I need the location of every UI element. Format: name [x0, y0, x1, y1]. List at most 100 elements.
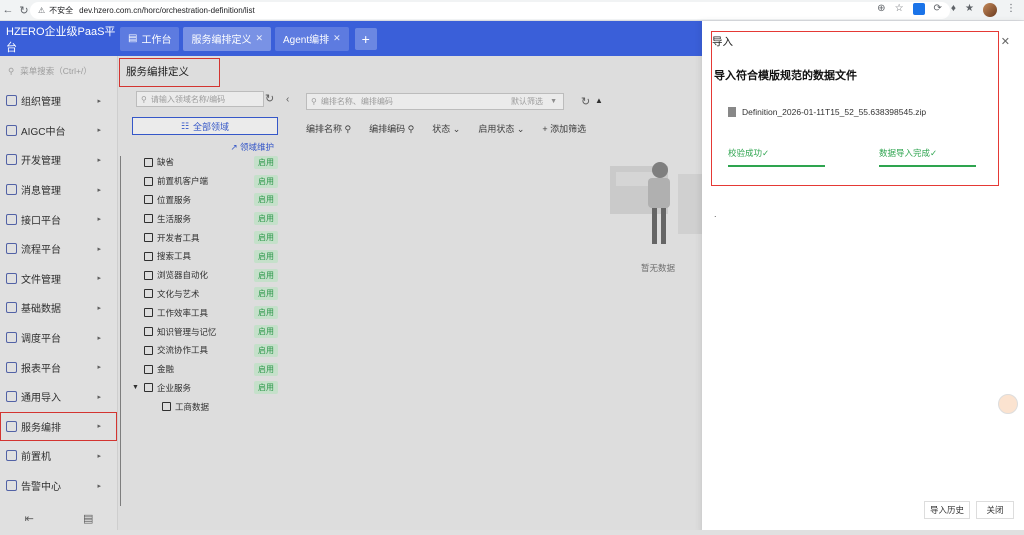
filter-enabled-status[interactable]: 启用状态 ⌄ — [478, 122, 524, 135]
menu-search-placeholder: 菜单搜索（Ctrl+/） — [20, 66, 92, 76]
filter-code[interactable]: 编排编码 ⚲ — [369, 122, 414, 135]
sidebar-item-alert[interactable]: 告警中心 ▸ — [0, 471, 117, 501]
aigc-icon — [6, 124, 17, 136]
back-icon[interactable]: ← — [0, 4, 16, 16]
filter-name[interactable]: 编排名称 ⚲ — [306, 122, 351, 135]
sidebar-item-label: 前置机 — [21, 452, 51, 464]
close-icon[interactable]: ✕ — [255, 33, 263, 44]
tree-item[interactable]: 浏览器自动化 启用 — [124, 266, 286, 285]
frontend-icon — [6, 450, 17, 462]
tree-item[interactable]: ▼ 企业服务 启用 — [124, 379, 286, 398]
status-badge: 启用 — [254, 287, 278, 301]
menu-icon[interactable]: ⋮ — [1006, 3, 1016, 17]
puzzle-icon[interactable]: ♦ — [951, 3, 956, 17]
sidebar-item-label: 组织管理 — [21, 97, 61, 109]
sidebar-item-label: 流程平台 — [21, 245, 61, 257]
document-icon[interactable]: ▤ — [83, 512, 93, 525]
brand-title: HZERO企业级PaaS平台 — [6, 25, 116, 54]
refresh-icon[interactable]: ↻ — [265, 92, 274, 105]
dev-icon — [6, 154, 17, 166]
profile-avatar[interactable] — [983, 3, 997, 17]
zoom-icon[interactable]: ⊕ — [877, 3, 885, 17]
caret-right-icon: ▸ — [97, 127, 101, 135]
schedule-icon — [6, 332, 17, 344]
tree-item[interactable]: 知识管理与记忆 启用 — [124, 322, 286, 341]
address-bar[interactable]: ⚠ 不安全 dev.hzero.com.cn/horc/orchestratio… — [30, 2, 950, 19]
sidebar-item-file[interactable]: 文件管理 ▸ — [0, 264, 117, 294]
sidebar-item-label: 消息管理 — [21, 186, 61, 198]
sidebar-item-label: 服务编排 — [21, 422, 61, 434]
star-icon[interactable]: ☆ — [895, 3, 904, 17]
add-filter-button[interactable]: + 添加筛选 — [542, 122, 586, 135]
tree-item[interactable]: 生活服务 启用 — [124, 209, 286, 228]
tree-item[interactable]: 开发者工具 启用 — [124, 228, 286, 247]
sidebar-item-report[interactable]: 报表平台 ▸ — [0, 352, 117, 382]
tree-item-label: 企业服务 — [157, 382, 192, 393]
all-domain-button[interactable]: ☷ 全部领域 — [132, 117, 278, 135]
sidebar-item-aigc[interactable]: AIGC中台 ▸ — [0, 116, 117, 146]
sidebar-item-frontend[interactable]: 前置机 ▸ — [0, 441, 117, 471]
sidebar-item-dev[interactable]: 开发管理 ▸ — [0, 145, 117, 175]
main-list: ⚲ 编排名称、编排编码 默认筛选 ▼ ↻ ▲ 编排名称 ⚲ 编排编码 ⚲ 状态 … — [296, 86, 714, 506]
chevron-down-icon: ▼ — [550, 98, 557, 105]
filter-status[interactable]: 状态 ⌄ — [432, 122, 460, 135]
caret-down-icon[interactable]: ▼ — [132, 384, 139, 391]
sidebar-item-basedata[interactable]: 基础数据 ▸ — [0, 293, 117, 323]
domain-maintenance-label: 领域维护 — [239, 142, 274, 152]
sidebar-item-workflow[interactable]: 流程平台 ▸ — [0, 234, 117, 264]
tree-item-child[interactable]: 工商数据 — [124, 397, 286, 416]
add-tab-button[interactable]: + — [354, 27, 377, 50]
close-icon[interactable]: ✕ — [333, 33, 341, 44]
default-filter-select[interactable]: 默认筛选 — [511, 96, 543, 107]
tab-label: 服务编排定义 — [191, 35, 252, 46]
illus-leg-right — [661, 208, 666, 244]
sync-icon[interactable]: ⟳ — [934, 3, 942, 17]
domain-item-icon — [144, 157, 153, 167]
domain-tree-panel: ⚲ 请输入领域名称/编码 ↻ ☷ 全部领域 ↗ 领域维护 缺省 启用 前置机客户端… — [124, 86, 286, 506]
collapse-menu-icon[interactable]: ⇤ — [25, 512, 34, 525]
tab-agent-orchestration[interactable]: Agent编排 ✕ — [275, 26, 349, 51]
sidebar-item-schedule[interactable]: 调度平台 ▸ — [0, 323, 117, 353]
tree-item[interactable]: 搜索工具 启用 — [124, 247, 286, 266]
tree-item[interactable]: 位置服务 启用 — [124, 191, 286, 210]
chevron-left-icon[interactable]: ‹ — [286, 94, 289, 105]
import-history-button[interactable]: 导入历史 — [924, 501, 970, 519]
tree-item[interactable]: 缺省 启用 — [124, 153, 286, 172]
orchestration-search-input[interactable]: ⚲ 编排名称、编排编码 默认筛选 ▼ — [306, 93, 564, 110]
sidebar-item-interface[interactable]: 接口平台 ▸ — [0, 204, 117, 234]
tab-workbench[interactable]: ▤ 工作台 — [120, 26, 180, 51]
caret-up-icon[interactable]: ▲ — [595, 96, 603, 105]
tree-item-label: 金融 — [157, 364, 175, 375]
tab-orchestration-definition[interactable]: 服务编排定义 ✕ — [183, 26, 271, 51]
tree-item[interactable]: 交流协作工具 启用 — [124, 341, 286, 360]
extension-icon[interactable] — [912, 3, 925, 15]
sidebar-item-orchestration[interactable]: 服务编排 ▸ — [0, 411, 117, 442]
tree-item[interactable]: 文化与艺术 启用 — [124, 285, 286, 304]
domain-search-placeholder: 请输入领域名称/编码 — [150, 94, 226, 104]
tree-item-label: 位置服务 — [157, 194, 192, 205]
tree-item-label: 知识管理与记忆 — [157, 326, 217, 337]
tree-item[interactable]: 前置机客户端 启用 — [124, 172, 286, 191]
tree-item-label: 开发者工具 — [157, 232, 200, 243]
sidebar-item-message[interactable]: 消息管理 ▸ — [0, 175, 117, 205]
refresh-icon[interactable]: ↻ — [581, 95, 590, 108]
tree-item[interactable]: 工作效率工具 启用 — [124, 303, 286, 322]
close-button[interactable]: 关闭 — [976, 501, 1014, 519]
sidebar-item-org[interactable]: 组织管理 ▸ — [0, 86, 117, 116]
tree-item[interactable]: 金融 启用 — [124, 360, 286, 379]
domain-search-input[interactable]: ⚲ 请输入领域名称/编码 — [136, 91, 264, 107]
url-text: dev.hzero.com.cn/horc/orchestration-defi… — [79, 6, 255, 15]
assistant-avatar[interactable] — [998, 394, 1018, 414]
caret-right-icon: ▸ — [97, 423, 101, 431]
favorites-icon[interactable]: ★ — [965, 3, 974, 17]
devtools-icon — [144, 233, 153, 243]
menu-search[interactable]: ⚲ 菜单搜索（Ctrl+/） — [0, 56, 117, 86]
sidebar-item-import[interactable]: 通用导入 ▸ — [0, 382, 117, 412]
import-drawer: 导入 ✕ 导入符合模版规范的数据文件 Definition_2026-01-11… — [702, 21, 1024, 535]
dot-text: . — [714, 209, 717, 219]
close-icon[interactable]: ✕ — [1001, 35, 1010, 48]
domain-maintenance-link[interactable]: ↗ 领域维护 — [124, 141, 286, 153]
org-icon — [6, 95, 17, 107]
browser-bar: ← ↻ ⚠ 不安全 dev.hzero.com.cn/horc/orchestr… — [0, 0, 1024, 21]
report-icon — [6, 361, 17, 373]
